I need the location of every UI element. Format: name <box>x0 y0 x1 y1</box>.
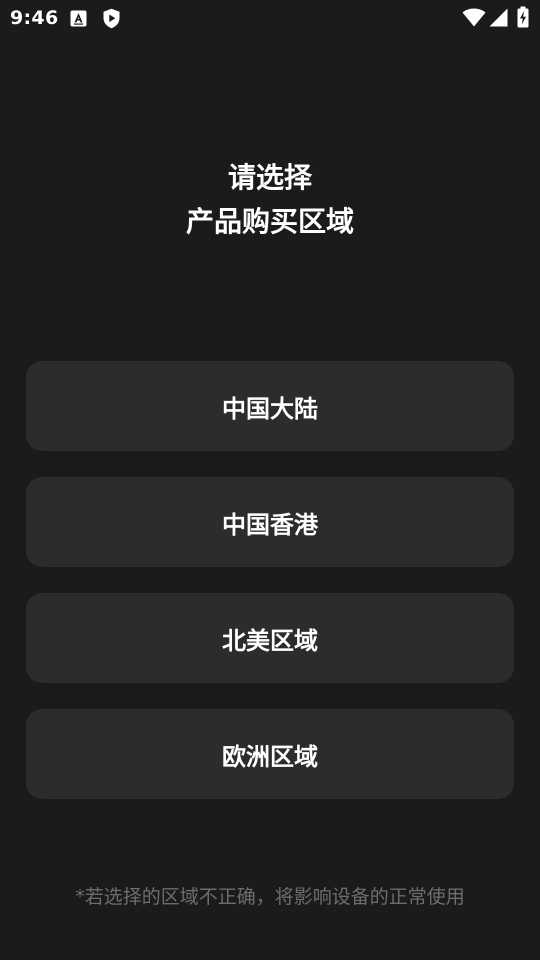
status-bar: 9:46 <box>0 0 540 36</box>
shield-play-icon <box>102 8 121 33</box>
footer-warning-note: *若选择的区域不正确，将影响设备的正常使用 <box>75 886 465 908</box>
region-button-europe[interactable]: 欧洲区域 <box>26 709 514 799</box>
battery-charging-icon <box>517 6 529 32</box>
region-button-north-america[interactable]: 北美区域 <box>26 593 514 683</box>
region-button-mainland-china[interactable]: 中国大陆 <box>26 361 514 451</box>
page-title-line-1: 请选择 <box>227 161 312 194</box>
region-list: 中国大陆 中国香港 北美区域 欧洲区域 <box>26 361 514 825</box>
status-time: 9:46 <box>10 7 59 29</box>
page-title-line-2: 产品购买区域 <box>185 205 354 238</box>
cellular-signal-icon <box>489 8 508 31</box>
page-title: 请选择 产品购买区域 <box>0 156 540 244</box>
region-button-hong-kong[interactable]: 中国香港 <box>26 477 514 567</box>
font-a-icon <box>70 10 87 31</box>
wifi-icon <box>462 8 486 31</box>
